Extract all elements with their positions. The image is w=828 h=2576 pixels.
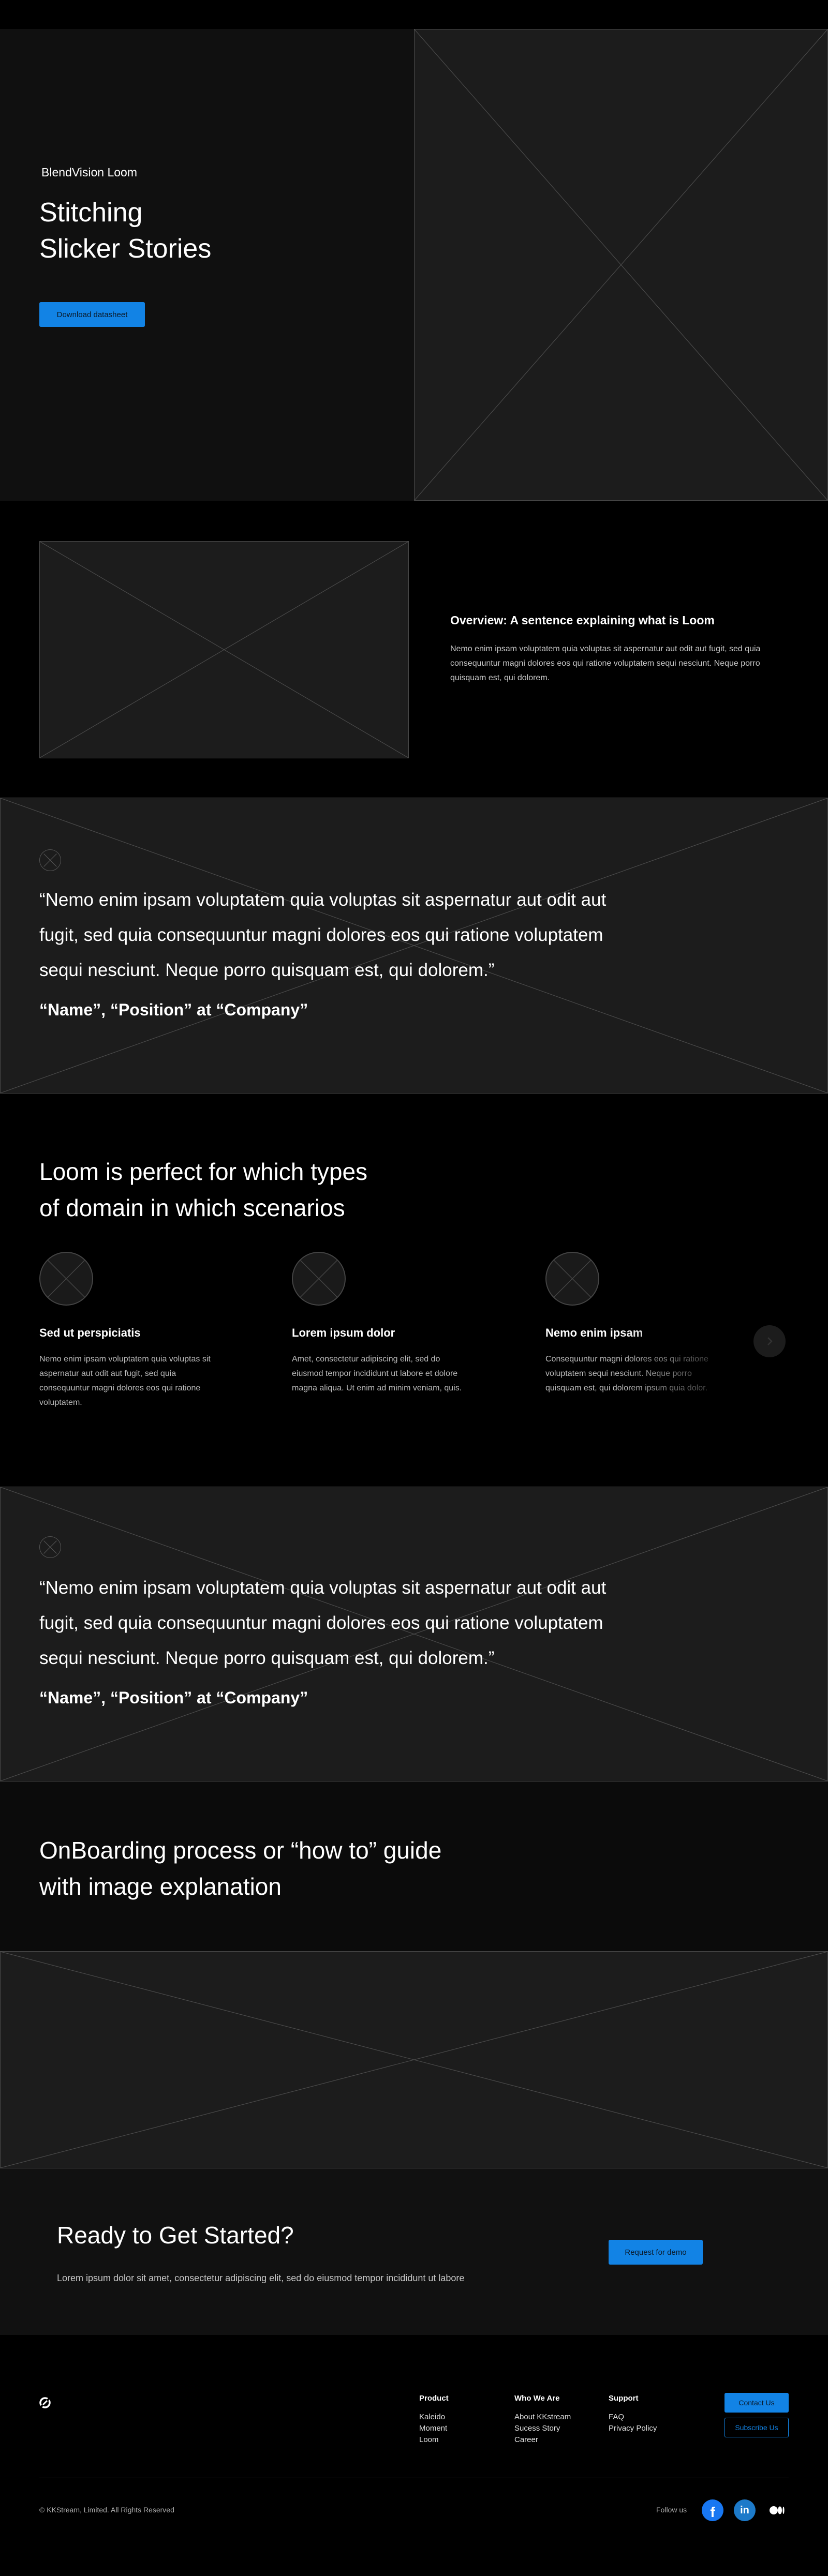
quote-avatar-icon: [39, 1536, 61, 1558]
domains-heading: Loom is perfect for which types of domai…: [39, 1158, 368, 1221]
get-started-heading: Ready to Get Started?: [57, 2222, 294, 2249]
copyright-text: © KKStream, Limited. All Rights Reserved: [39, 2506, 174, 2514]
download-datasheet-button[interactable]: Download datasheet: [39, 302, 145, 327]
brand-name: BlendVision Loom: [41, 166, 137, 179]
chevron-right-icon: [767, 1337, 773, 1345]
facebook-icon[interactable]: f: [702, 2499, 723, 2521]
linkedin-icon[interactable]: in: [734, 2499, 756, 2521]
domain-card-icon: [39, 1252, 93, 1306]
footer-link-faq[interactable]: FAQ: [609, 2412, 624, 2423]
footer-heading-support: Support: [609, 2394, 639, 2403]
carousel-next-button[interactable]: [753, 1325, 786, 1357]
hero-section: BlendVision Loom Stitching Slicker Stori…: [0, 29, 828, 501]
contact-us-button[interactable]: Contact Us: [724, 2393, 789, 2413]
overview-image-placeholder: [39, 541, 409, 758]
footer-link-moment[interactable]: Moment: [419, 2423, 447, 2434]
quote-avatar-icon: [39, 849, 61, 871]
get-started-section: Ready to Get Started? Lorem ipsum dolor …: [0, 2168, 828, 2335]
footer-link-about[interactable]: About KKstream: [514, 2412, 571, 2423]
overview-text: Nemo enim ipsam voluptatem quia voluptas…: [450, 645, 761, 682]
request-demo-button[interactable]: Request for demo: [609, 2240, 703, 2265]
testimonial-quote: “Nemo enim ipsam voluptatem quia volupta…: [39, 890, 607, 980]
domain-card-title: Sed ut perspiciatis: [39, 1326, 141, 1339]
testimonial-attribution: “Name”, “Position” at “Company”: [39, 1688, 308, 1707]
testimonial-attribution: “Name”, “Position” at “Company”: [39, 1000, 308, 1019]
hero-title: Stitching Slicker Stories: [39, 198, 212, 264]
footer-link-kaleido[interactable]: Kaleido: [419, 2412, 445, 2423]
footer-link-privacy[interactable]: Privacy Policy: [609, 2423, 657, 2434]
domain-card-title: Lorem ipsum dolor: [292, 1326, 395, 1339]
footer: Product Kaleido Moment Loom Who We Are A…: [0, 2335, 828, 2576]
testimonial-section: “Nemo enim ipsam voluptatem quia volupta…: [0, 798, 828, 1094]
footer-heading-product: Product: [419, 2394, 449, 2403]
medium-icon[interactable]: [766, 2499, 788, 2521]
hero-image-placeholder: [414, 29, 828, 501]
get-started-text: Lorem ipsum dolor sit amet, consectetur …: [57, 2273, 465, 2283]
domains-section: Loom is perfect for which types of domai…: [0, 1094, 828, 1487]
footer-heading-who-we-are: Who We Are: [514, 2394, 560, 2403]
onboarding-heading: OnBoarding process or “how to” guide wit…: [39, 1837, 442, 1900]
overview-section: Overview: A sentence explaining what is …: [0, 501, 828, 798]
subscribe-us-button[interactable]: Subscribe Us: [724, 2418, 789, 2437]
overview-heading: Overview: A sentence explaining what is …: [450, 613, 715, 627]
follow-us-label: Follow us: [656, 2506, 687, 2514]
onboarding-section: OnBoarding process or “how to” guide wit…: [0, 1781, 828, 1951]
logo-icon: [38, 2396, 52, 2409]
onboarding-image-placeholder: [0, 1951, 828, 2168]
testimonial-quote: “Nemo enim ipsam voluptatem quia volupta…: [39, 1578, 607, 1668]
testimonial-section: “Nemo enim ipsam voluptatem quia volupta…: [0, 1487, 828, 1781]
carousel-fade-overlay: [621, 1311, 828, 1487]
footer-link-success-story[interactable]: Sucess Story: [514, 2423, 560, 2434]
domain-card-icon: [292, 1252, 346, 1306]
footer-link-career[interactable]: Career: [514, 2434, 538, 2446]
domain-card-text: Amet, consectetur adipiscing elit, sed d…: [292, 1355, 462, 1392]
domain-card-icon: [545, 1252, 599, 1306]
domain-card-text: Nemo enim ipsam voluptatem quia voluptas…: [39, 1355, 211, 1407]
footer-link-loom[interactable]: Loom: [419, 2434, 439, 2446]
